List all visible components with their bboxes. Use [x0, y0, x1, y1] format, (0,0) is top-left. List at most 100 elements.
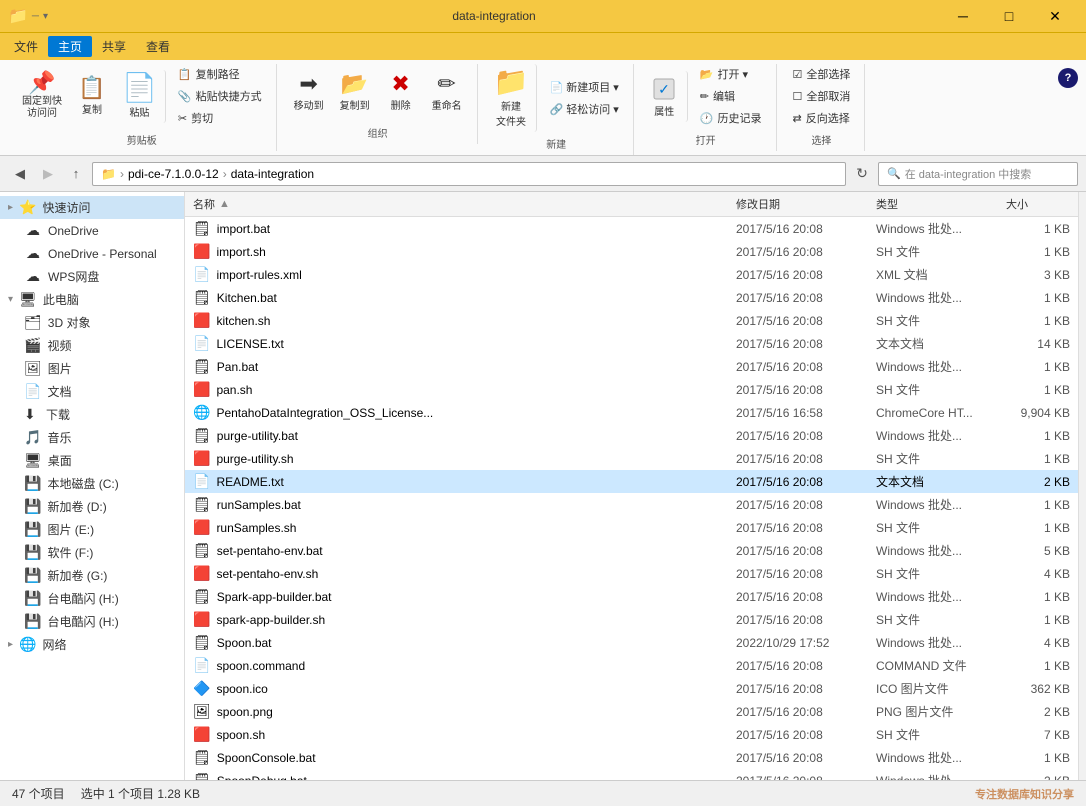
file-row[interactable]: 🗒 Pan.bat 2017/5/16 20:08 Windows 批处... … [185, 355, 1078, 378]
file-row[interactable]: 📄 LICENSE.txt 2017/5/16 20:08 文本文档 14 KB [185, 332, 1078, 355]
maximize-button[interactable]: □ [986, 0, 1032, 32]
menu-home[interactable]: 主页 [48, 36, 92, 57]
file-row[interactable]: 🖼 spoon.png 2017/5/16 20:08 PNG 图片文件 2 K… [185, 700, 1078, 723]
select-none-button[interactable]: ☐ 全部取消 [787, 86, 857, 106]
sidebar-item-g[interactable]: 💾 新加卷 (G:) [16, 564, 184, 587]
file-row[interactable]: 🌐 PentahoDataIntegration_OSS_License... … [185, 401, 1078, 424]
sidebar-item-music[interactable]: 🎵 音乐 [16, 426, 184, 449]
new-item-button[interactable]: 📄 新建项目 ▾ [543, 77, 624, 97]
header-type[interactable]: 类型 [868, 192, 998, 216]
header-date[interactable]: 修改日期 [728, 192, 868, 216]
easy-access-button[interactable]: 🔗 轻松访问 ▾ [543, 99, 624, 119]
edit-button[interactable]: ✏ 编辑 [694, 86, 768, 106]
paste-button[interactable]: 📄 粘贴 [116, 70, 166, 123]
file-type: ChromeCore HT... [868, 404, 998, 422]
sidebar-item-wps[interactable]: ☁ WPS网盘 [0, 265, 184, 288]
cut-button[interactable]: ✂ 剪切 [172, 108, 268, 128]
forward-button[interactable]: ▶ [36, 162, 60, 186]
sidebar-item-network[interactable]: ▸ 🌐 网络 [0, 633, 184, 656]
sidebar-item-docs[interactable]: 📄 文档 [16, 380, 184, 403]
breadcrumb-current[interactable]: data-integration [231, 167, 314, 181]
sidebar-item-h1[interactable]: 💾 台电酷闪 (H:) [16, 587, 184, 610]
menu-share[interactable]: 共享 [92, 36, 136, 57]
file-row[interactable]: 🟥 spoon.sh 2017/5/16 20:08 SH 文件 7 KB [185, 723, 1078, 746]
move-to-button[interactable]: ➡ 移动到 [287, 69, 331, 116]
file-row[interactable]: 📄 spoon.command 2017/5/16 20:08 COMMAND … [185, 654, 1078, 677]
file-row[interactable]: 🟥 runSamples.sh 2017/5/16 20:08 SH 文件 1 … [185, 516, 1078, 539]
file-type: Windows 批处... [868, 494, 998, 515]
sidebar-item-video[interactable]: 🎬 视频 [16, 334, 184, 357]
file-row[interactable]: 🗒 set-pentaho-env.bat 2017/5/16 20:08 Wi… [185, 539, 1078, 562]
network-icon: 🌐 [19, 636, 36, 653]
thispc-icon: 🖥 [19, 291, 37, 308]
file-row[interactable]: 🗒 Spark-app-builder.bat 2017/5/16 20:08 … [185, 585, 1078, 608]
file-row[interactable]: 🟥 spark-app-builder.sh 2017/5/16 20:08 S… [185, 608, 1078, 631]
sidebar-item-desktop[interactable]: 🖥 桌面 [16, 449, 184, 472]
copy-path-button[interactable]: 📋 复制路径 [172, 64, 268, 84]
svg-text:✓: ✓ [658, 81, 670, 97]
file-row[interactable]: 🗒 SpoonDebug.bat 2017/5/16 20:08 Windows… [185, 769, 1078, 780]
close-button[interactable]: ✕ [1032, 0, 1078, 32]
file-type-icon: 🗒 [193, 427, 211, 444]
open-button[interactable]: 📂 打开 ▾ [694, 64, 768, 84]
file-row[interactable]: 🟥 kitchen.sh 2017/5/16 20:08 SH 文件 1 KB [185, 309, 1078, 332]
sidebar-item-3d[interactable]: 🗂 3D 对象 [16, 311, 184, 334]
header-name[interactable]: 名称 ▲ [185, 192, 728, 216]
sidebar-item-quick-access[interactable]: ▸ ⭐ 快速访问 [0, 196, 184, 219]
file-row[interactable]: 🟥 set-pentaho-env.sh 2017/5/16 20:08 SH … [185, 562, 1078, 585]
sidebar-item-d[interactable]: 💾 新加卷 (D:) [16, 495, 184, 518]
file-row[interactable]: 🗒 import.bat 2017/5/16 20:08 Windows 批处.… [185, 217, 1078, 240]
menu-file[interactable]: 文件 [4, 36, 48, 57]
sidebar-item-onedrive[interactable]: ☁ OneDrive [0, 219, 184, 242]
help-button[interactable]: ? [1058, 68, 1078, 88]
file-date: 2017/5/16 20:08 [728, 749, 868, 767]
file-row[interactable]: 🟥 pan.sh 2017/5/16 20:08 SH 文件 1 KB [185, 378, 1078, 401]
search-bar[interactable]: 🔍 在 data-integration 中搜索 [878, 162, 1078, 186]
file-row[interactable]: 📄 import-rules.xml 2017/5/16 20:08 XML 文… [185, 263, 1078, 286]
new-folder-button[interactable]: 📁 新建文件夹 [488, 64, 538, 132]
menu-view[interactable]: 查看 [136, 36, 180, 57]
minimize-button[interactable]: ─ [940, 0, 986, 32]
sidebar-item-f[interactable]: 💾 软件 (F:) [16, 541, 184, 564]
watermark: 专注数据库知识分享 [975, 786, 1074, 802]
sidebar-item-c[interactable]: 💾 本地磁盘 (C:) [16, 472, 184, 495]
video-icon: 🎬 [24, 337, 41, 354]
file-row[interactable]: 🗒 purge-utility.bat 2017/5/16 20:08 Wind… [185, 424, 1078, 447]
rename-icon: ✏ [437, 73, 455, 95]
file-row[interactable]: 🟥 import.sh 2017/5/16 20:08 SH 文件 1 KB [185, 240, 1078, 263]
breadcrumb-parent[interactable]: pdi-ce-7.1.0.0-12 [128, 167, 219, 181]
back-button[interactable]: ◀ [8, 162, 32, 186]
file-row[interactable]: 🗒 runSamples.bat 2017/5/16 20:08 Windows… [185, 493, 1078, 516]
right-scrollbar[interactable] [1078, 192, 1086, 780]
sidebar-item-e[interactable]: 💾 图片 (E:) [16, 518, 184, 541]
pin-quick-access-button[interactable]: 📌 固定到快访问问 [16, 68, 68, 124]
invert-selection-button[interactable]: ⇄ 反向选择 [787, 108, 857, 128]
up-button[interactable]: ↑ [64, 162, 88, 186]
file-row[interactable]: 📄 README.txt 2017/5/16 20:08 文本文档 2 KB [185, 470, 1078, 493]
file-row[interactable]: 🗒 Kitchen.bat 2017/5/16 20:08 Windows 批处… [185, 286, 1078, 309]
history-button[interactable]: 🕐 历史记录 [694, 108, 768, 128]
copy-button[interactable]: 📋 复制 [70, 73, 114, 120]
e-drive-icon: 💾 [24, 521, 41, 538]
file-row[interactable]: 🗒 SpoonConsole.bat 2017/5/16 20:08 Windo… [185, 746, 1078, 769]
sidebar-item-downloads[interactable]: ⬇ 下载 [16, 403, 184, 426]
header-size[interactable]: 大小 [998, 192, 1078, 216]
sidebar-item-h2[interactable]: 💾 台电酷闪 (H:) [16, 610, 184, 633]
delete-button[interactable]: ✖ 删除 [379, 69, 423, 116]
select-all-button[interactable]: ☑ 全部选择 [787, 64, 857, 84]
file-date: 2017/5/16 20:08 [728, 289, 868, 307]
copy-to-button[interactable]: 📂 复制到 [333, 69, 377, 116]
paste-shortcut-button[interactable]: 📎 粘贴快捷方式 [172, 86, 268, 106]
paste-shortcut-icon: 📎 [178, 90, 192, 103]
file-row[interactable]: 🔷 spoon.ico 2017/5/16 20:08 ICO 图片文件 362… [185, 677, 1078, 700]
sidebar-item-thispc[interactable]: ▾ 🖥 此电脑 [0, 288, 184, 311]
sidebar-item-onedrive-personal[interactable]: ☁ OneDrive - Personal [0, 242, 184, 265]
file-row[interactable]: 🗒 Spoon.bat 2022/10/29 17:52 Windows 批处.… [185, 631, 1078, 654]
file-date: 2017/5/16 20:08 [728, 611, 868, 629]
rename-button[interactable]: ✏ 重命名 [425, 69, 469, 116]
refresh-button[interactable]: ↻ [850, 162, 874, 186]
file-row[interactable]: 🟥 purge-utility.sh 2017/5/16 20:08 SH 文件… [185, 447, 1078, 470]
breadcrumb[interactable]: 📁 › pdi-ce-7.1.0.0-12 › data-integration [92, 162, 846, 186]
sidebar-item-pictures[interactable]: 🖼 图片 [16, 357, 184, 380]
properties-button[interactable]: ✓ 属性 [644, 71, 688, 122]
